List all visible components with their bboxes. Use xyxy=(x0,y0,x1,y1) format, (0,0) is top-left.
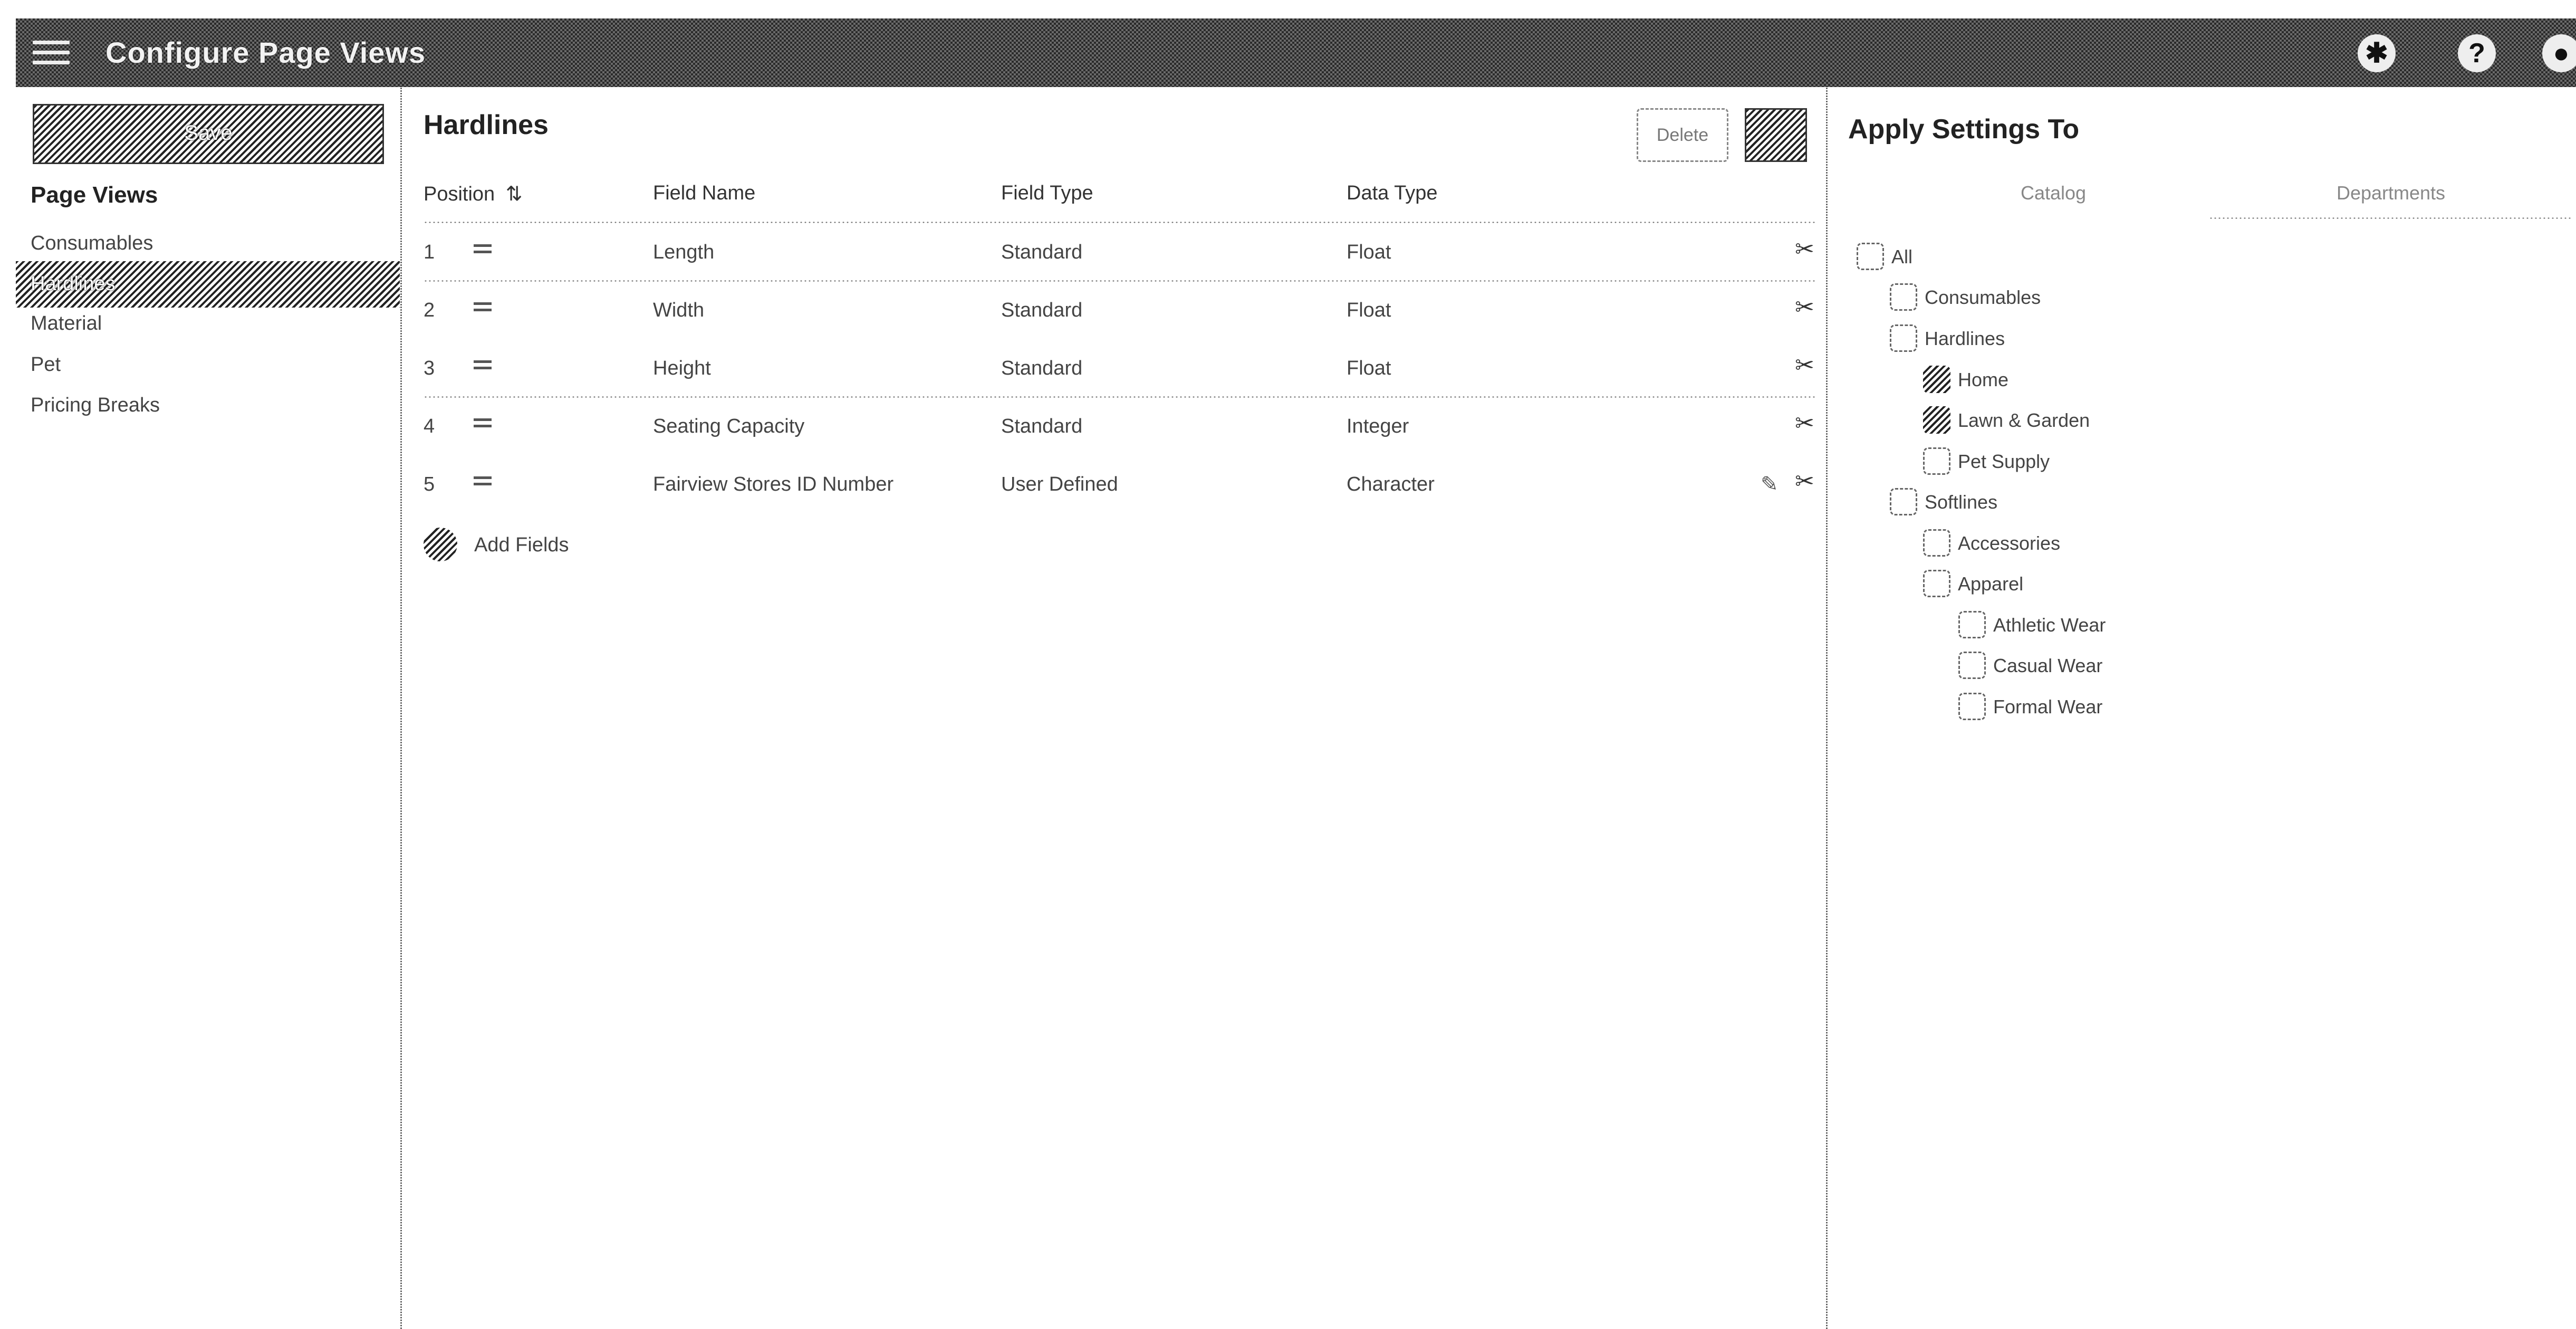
row-position: 1 xyxy=(424,241,435,263)
checkbox[interactable] xyxy=(1923,366,1950,393)
column-label: Position xyxy=(424,183,495,205)
checkbox[interactable] xyxy=(1923,529,1950,557)
edit-button[interactable] xyxy=(1745,108,1807,162)
row-position: 5 xyxy=(424,473,435,495)
row-field-name: Height xyxy=(653,357,711,379)
apply-settings-title: Apply Settings To xyxy=(1848,114,2080,145)
row-position: 3 xyxy=(424,357,435,379)
checkbox[interactable] xyxy=(1958,611,1986,638)
row-field-type: Standard xyxy=(1001,241,1083,263)
page-title: Configure Page Views xyxy=(105,36,426,69)
add-fields-label: Add Fields xyxy=(474,534,569,556)
row-position: 4 xyxy=(424,415,435,437)
row-data-type: Integer xyxy=(1347,415,1409,437)
checkbox[interactable] xyxy=(1923,406,1950,434)
add-icon xyxy=(424,528,457,561)
row-field-type: Standard xyxy=(1001,357,1083,379)
drag-handle-icon[interactable] xyxy=(474,476,492,489)
checkbox[interactable] xyxy=(1923,447,1950,475)
view-title: Hardlines xyxy=(424,110,549,140)
table-row[interactable]: 2 Width Standard Float ✂ xyxy=(424,282,1816,340)
sidebar-item-pet[interactable]: Pet xyxy=(31,353,61,376)
checkbox[interactable] xyxy=(1958,652,1986,679)
sidebar-item-material[interactable]: Material xyxy=(31,312,102,335)
column-header-position[interactable]: Position ⇅ xyxy=(424,182,523,206)
remove-field-icon[interactable]: ✂ xyxy=(1795,468,1814,495)
sidebar-item-consumables[interactable]: Consumables xyxy=(31,232,153,255)
row-field-name: Seating Capacity xyxy=(653,415,805,437)
page-views-heading: Page Views xyxy=(31,182,158,208)
drag-handle-icon[interactable] xyxy=(474,418,492,431)
hamburger-menu-icon[interactable] xyxy=(33,41,70,65)
row-field-name: Length xyxy=(653,241,715,263)
row-data-type: Float xyxy=(1347,241,1391,263)
notifications-icon[interactable]: ✱ xyxy=(2358,34,2396,72)
row-data-type: Float xyxy=(1347,299,1391,321)
drag-handle-icon[interactable] xyxy=(474,360,492,373)
row-field-name: Width xyxy=(653,299,705,321)
table-row[interactable]: 5 Fairview Stores ID Number User Defined… xyxy=(424,456,1816,514)
row-data-type: Character xyxy=(1347,473,1435,495)
checkbox[interactable] xyxy=(1890,324,1917,352)
tab-label: Departments xyxy=(2336,182,2446,204)
save-button-label: Save xyxy=(184,121,233,145)
checkbox[interactable] xyxy=(1890,488,1917,515)
table-header: Position ⇅ Field Name Field Type Data Ty… xyxy=(424,182,1816,224)
sidebar-item-label: Hardlines xyxy=(31,273,116,295)
table-row[interactable]: 1 Length Standard Float ✂ xyxy=(424,224,1816,282)
column-header-field-name: Field Name xyxy=(653,182,756,204)
active-tab-underline xyxy=(2209,217,2573,221)
checkbox[interactable] xyxy=(1857,243,1884,270)
drag-handle-icon[interactable] xyxy=(474,244,492,257)
row-field-name: Fairview Stores ID Number xyxy=(653,473,894,495)
user-avatar-icon[interactable]: ● xyxy=(2542,34,2576,72)
remove-field-icon[interactable]: ✂ xyxy=(1795,236,1814,263)
save-button[interactable]: Save xyxy=(33,104,384,164)
delete-button[interactable]: Delete xyxy=(1637,108,1728,162)
fields-panel: Hardlines Delete Position ⇅ Field Name F… xyxy=(402,87,1828,1329)
remove-field-icon[interactable]: ✂ xyxy=(1795,294,1814,321)
checkbox[interactable] xyxy=(1923,570,1950,597)
remove-field-icon[interactable]: ✂ xyxy=(1795,410,1814,437)
sort-icon[interactable]: ⇅ xyxy=(506,183,523,205)
row-position: 2 xyxy=(424,299,435,321)
sidebar-item-hardlines[interactable]: Hardlines xyxy=(16,261,401,308)
checkbox[interactable] xyxy=(1890,283,1917,311)
tab-catalog[interactable]: Catalog xyxy=(1982,182,2125,204)
help-icon[interactable]: ? xyxy=(2458,34,2496,72)
table-row[interactable]: 3 Height Standard Float ✂ xyxy=(424,340,1816,398)
panel-divider xyxy=(1825,87,1828,1329)
row-field-type: User Defined xyxy=(1001,473,1118,495)
row-field-type: Standard xyxy=(1001,299,1083,321)
column-header-field-type: Field Type xyxy=(1001,182,1093,204)
sidebar-item-pricing-breaks[interactable]: Pricing Breaks xyxy=(31,394,160,417)
page-views-sidebar: Save Page Views Consumables Hardlines Ma… xyxy=(0,87,402,1329)
tab-departments[interactable]: Departments xyxy=(2209,182,2573,221)
row-field-type: Standard xyxy=(1001,415,1083,437)
table-row[interactable]: 4 Seating Capacity Standard Integer ✂ xyxy=(424,398,1816,456)
edit-field-icon[interactable]: ✎ xyxy=(1761,472,1779,496)
drag-handle-icon[interactable] xyxy=(474,302,492,315)
apply-settings-panel: Apply Settings To Catalog Departments Al… xyxy=(1829,87,2576,1329)
remove-field-icon[interactable]: ✂ xyxy=(1795,352,1814,379)
row-data-type: Float xyxy=(1347,357,1391,379)
top-bar: Configure Page Views ✱ ? ● xyxy=(16,18,2576,87)
checkbox[interactable] xyxy=(1958,693,1986,720)
column-header-data-type: Data Type xyxy=(1347,182,1438,204)
